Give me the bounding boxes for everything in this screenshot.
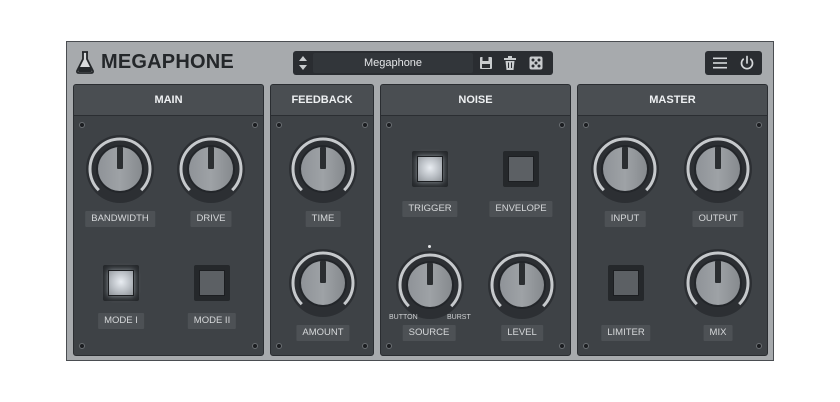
level-label: LEVEL [501,325,543,341]
mode-i-button[interactable] [103,265,139,301]
level-knob[interactable] [486,249,558,321]
screw [756,343,762,349]
time-knob[interactable] [287,133,359,205]
screw [559,122,565,128]
screw [79,343,85,349]
top-right-controls [705,51,762,75]
mix-label: MIX [703,325,733,341]
screw [79,122,85,128]
preset-name[interactable]: Megaphone [313,53,473,73]
screw [362,122,368,128]
drive-label: DRIVE [190,211,232,227]
main-panel: MAIN BANDWIDTH DRIVE MODE I MODE II [73,84,264,356]
drive-knob[interactable] [175,133,247,205]
bandwidth-label: BANDWIDTH [85,211,155,227]
mix-knob[interactable] [682,247,754,319]
hamburger-menu-icon[interactable] [711,54,729,72]
screw [252,343,258,349]
time-label: TIME [305,211,341,227]
up-down-arrows-icon[interactable] [295,53,311,73]
screw [386,122,392,128]
source-label: SOURCE [402,325,456,341]
screw [386,343,392,349]
screw [559,343,565,349]
main-title: MAIN [74,85,263,116]
dice-icon[interactable] [527,54,545,72]
screw [756,122,762,128]
screw [583,343,589,349]
trigger-label: TRIGGER [402,201,458,217]
source-min-label: BUTTON [389,314,418,321]
limiter-label: LIMITER [601,325,651,341]
source-max-label: BURST [447,314,471,321]
limiter-button[interactable] [608,265,644,301]
feedback-title: FEEDBACK [271,85,373,116]
power-icon[interactable] [738,54,756,72]
screw [583,122,589,128]
app-title: MEGAPHONE [101,50,234,73]
trigger-button[interactable] [412,151,448,187]
output-knob[interactable] [682,133,754,205]
screw [276,122,282,128]
preset-bar: Megaphone [293,51,553,75]
master-panel: MASTER INPUT OUTPUT LIMITER MIX [577,84,768,356]
noise-panel: NOISE TRIGGER ENVELOPE BUTTON BURST SOUR… [380,84,571,356]
source-knob[interactable] [394,249,466,321]
input-label: INPUT [604,211,646,227]
save-icon[interactable] [477,54,495,72]
input-knob[interactable] [589,133,661,205]
screw [362,343,368,349]
noise-title: NOISE [381,85,570,116]
plugin-window: MEGAPHONE Megaphone MAIN BANDWIDTH DRIVE… [66,41,774,361]
output-label: OUTPUT [692,211,744,227]
brand: MEGAPHONE [75,48,234,76]
trash-icon[interactable] [501,54,519,72]
amount-label: AMOUNT [296,325,350,341]
mode-ii-label: MODE II [187,313,237,329]
mode-i-label: MODE I [98,313,144,329]
source-center-dot [428,245,431,248]
screw [276,343,282,349]
feedback-panel: FEEDBACK TIME AMOUNT [270,84,374,356]
amount-knob[interactable] [287,247,359,319]
mode-ii-button[interactable] [194,265,230,301]
screw [252,122,258,128]
master-title: MASTER [578,85,767,116]
envelope-label: ENVELOPE [489,201,553,217]
flask-icon [76,51,94,74]
bandwidth-knob[interactable] [84,133,156,205]
envelope-button[interactable] [503,151,539,187]
